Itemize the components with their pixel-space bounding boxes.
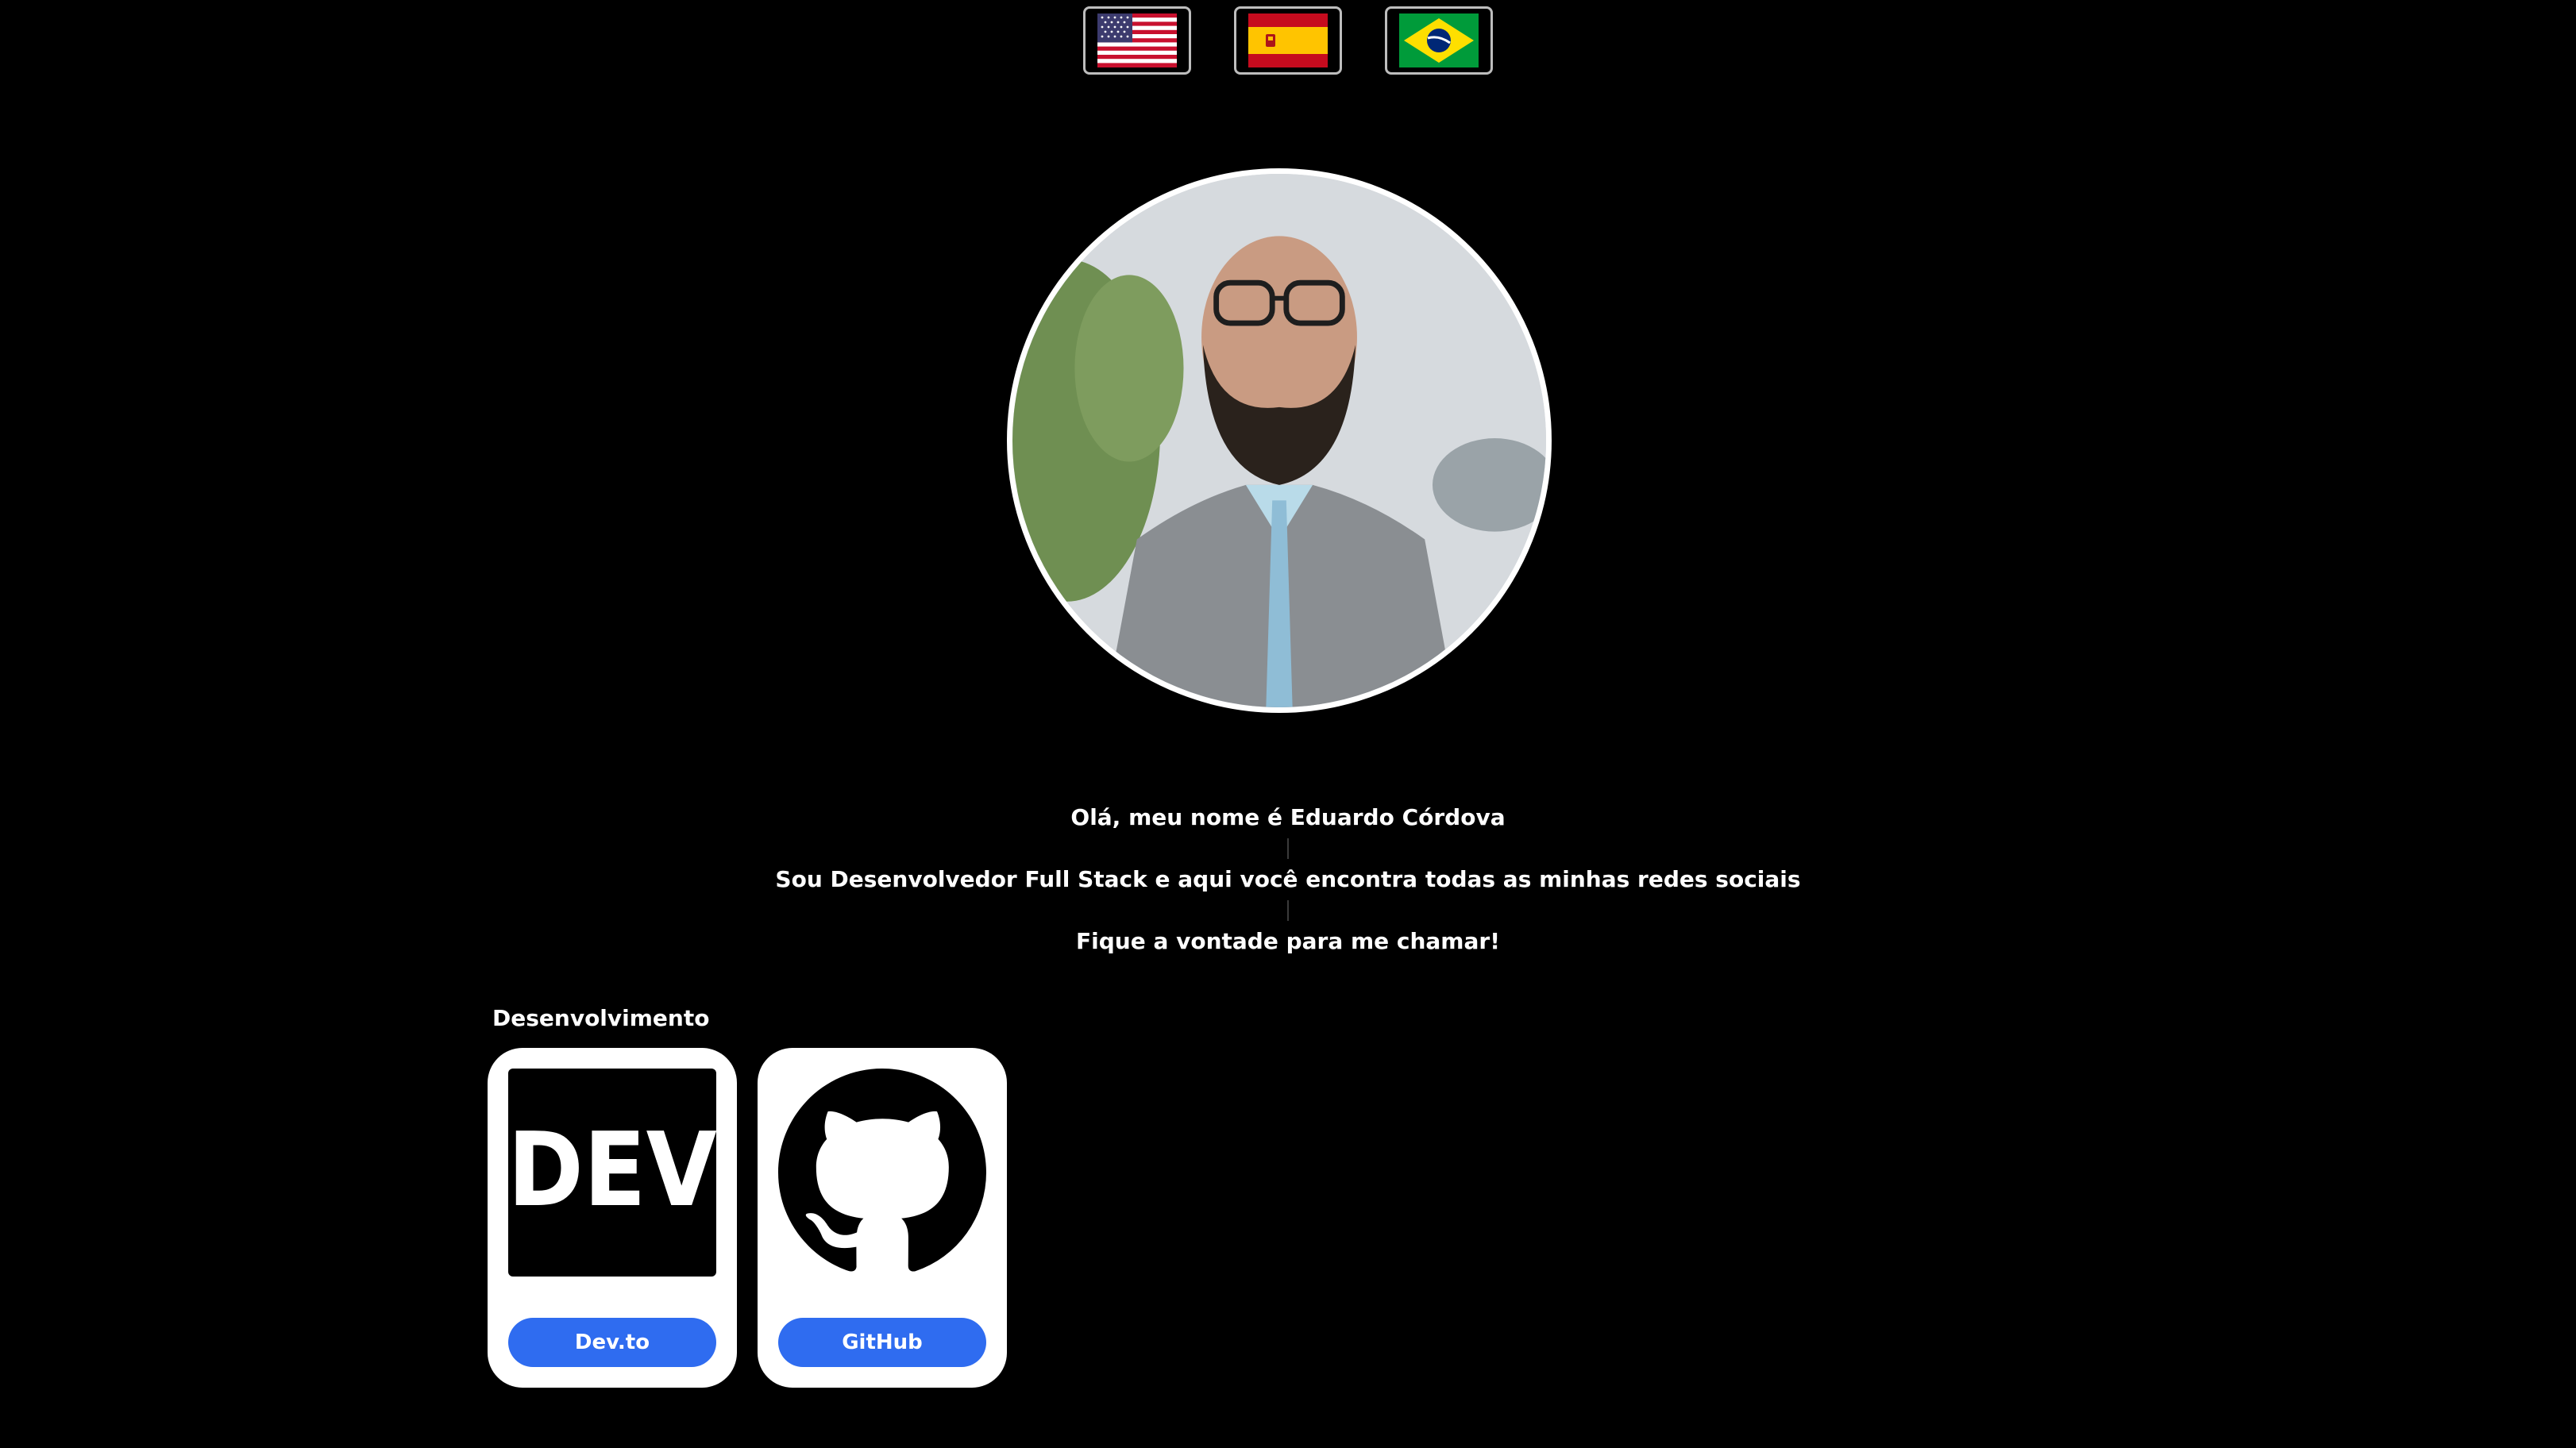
link-card-github[interactable]: GitHub xyxy=(758,1048,1007,1388)
intro-divider xyxy=(1287,838,1289,859)
github-link-button[interactable]: GitHub xyxy=(778,1318,986,1367)
github-logo-icon xyxy=(778,1069,986,1277)
devto-link-button[interactable]: Dev.to xyxy=(508,1318,716,1367)
language-button-english[interactable] xyxy=(1083,6,1191,75)
language-switcher xyxy=(0,6,2576,75)
intro-divider xyxy=(1287,900,1289,921)
profile-photo xyxy=(1012,174,1546,707)
links-grid: DEV Dev.to GitHub xyxy=(488,1048,1007,1388)
intro-greeting: Olá, meu nome é Eduardo Córdova xyxy=(1070,804,1506,830)
dev-to-logo-icon: DEV xyxy=(508,1069,716,1277)
intro-text: Olá, meu nome é Eduardo Córdova Sou Dese… xyxy=(0,797,2576,962)
intro-invite: Fique a vontade para me chamar! xyxy=(1076,928,1500,954)
dev-to-logo-text: DEV xyxy=(508,1111,716,1230)
link-card-devto[interactable]: DEV Dev.to xyxy=(488,1048,737,1388)
brazil-flag-icon xyxy=(1399,13,1479,67)
intro-description: Sou Desenvolvedor Full Stack e aqui você… xyxy=(775,866,1801,892)
language-button-portuguese[interactable] xyxy=(1385,6,1493,75)
us-flag-icon xyxy=(1097,13,1177,67)
spain-flag-icon xyxy=(1248,13,1328,67)
section-title-development: Desenvolvimento xyxy=(492,1005,710,1031)
profile-avatar xyxy=(1007,168,1552,713)
language-button-spanish[interactable] xyxy=(1234,6,1342,75)
